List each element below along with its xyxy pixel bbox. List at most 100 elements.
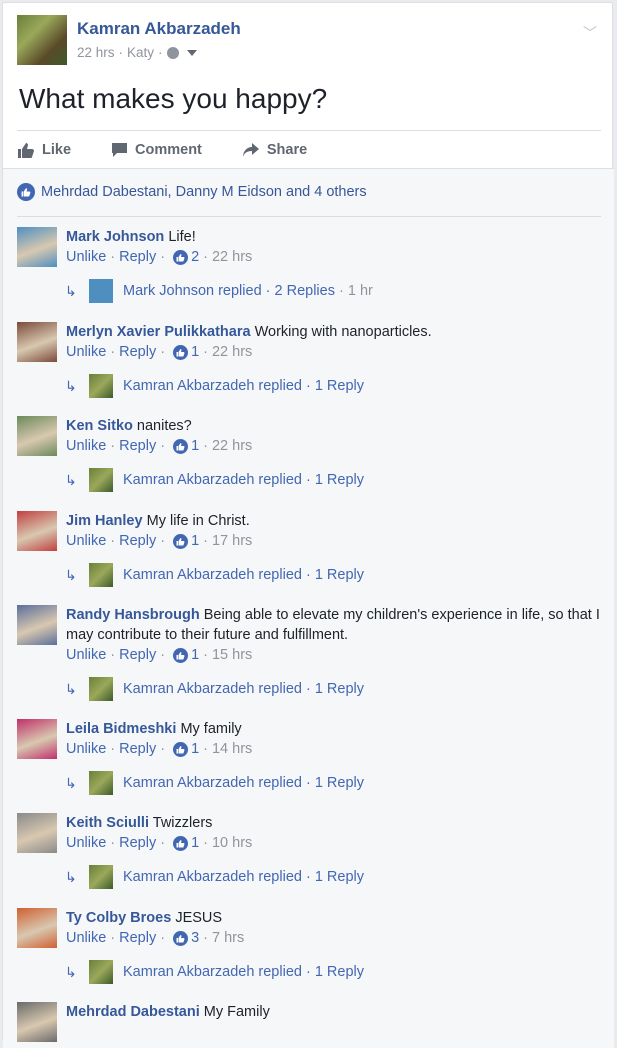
unlike-link[interactable]: Unlike <box>66 438 106 454</box>
comment-body: Randy Hansbrough Being able to elevate m… <box>66 605 606 645</box>
globe-icon <box>166 46 179 59</box>
commenter-avatar[interactable] <box>17 605 57 645</box>
like-count[interactable]: 1 <box>191 835 199 851</box>
comment-text: JESUS <box>175 910 223 926</box>
comment-body: Mark Johnson Life! <box>66 227 606 247</box>
commenter-avatar[interactable] <box>17 227 57 267</box>
replies-link[interactable]: ↳ Mark Johnson replied · 2 Replies · 1 hr <box>65 279 373 303</box>
commenter-avatar[interactable] <box>17 511 57 551</box>
replies-link[interactable]: ↳ Kamran Akbarzadeh replied · 1 Reply <box>65 468 364 492</box>
commenter-avatar[interactable] <box>17 322 57 362</box>
commenter-avatar[interactable] <box>17 1002 57 1042</box>
commenter-name[interactable]: Jim Hanley <box>66 513 143 529</box>
author-avatar[interactable] <box>17 15 67 65</box>
share-label: Share <box>266 141 308 158</box>
like-count-icon <box>173 647 189 663</box>
comment-text: Twizzlers <box>152 815 213 831</box>
reply-link[interactable]: Reply <box>119 344 156 360</box>
replies-link[interactable]: ↳ Kamran Akbarzadeh replied · 1 Reply <box>65 563 364 587</box>
comment-text: Life! <box>168 229 196 245</box>
post-time[interactable]: 22 hrs <box>77 45 115 60</box>
comments-section: Mehrdad Dabestani, Danny M Eidson and 4 … <box>3 168 614 1048</box>
comment-actions: Unlike · Reply · 1 · 17 hrs <box>66 533 253 549</box>
reply-arrow-icon: ↳ <box>65 282 77 299</box>
like-count[interactable]: 1 <box>191 533 199 549</box>
like-count-icon <box>173 741 189 757</box>
commenter-name[interactable]: Ty Colby Broes <box>66 910 171 926</box>
commenter-name[interactable]: Merlyn Xavier Pulikkathara <box>66 324 251 340</box>
replies-link[interactable]: ↳ Kamran Akbarzadeh replied · 1 Reply <box>65 374 364 398</box>
reply-avatar <box>89 563 113 587</box>
replies-link[interactable]: ↳ Kamran Akbarzadeh replied · 1 Reply <box>65 960 364 984</box>
unlike-link[interactable]: Unlike <box>66 344 106 360</box>
like-count-icon <box>173 249 189 265</box>
commenter-avatar[interactable] <box>17 908 57 948</box>
comment-body: Ken Sitko nanites? <box>66 416 606 436</box>
commenter-name[interactable]: Mehrdad Dabestani <box>66 1004 200 1020</box>
comment-text: My family <box>180 721 242 737</box>
comment-body: Leila Bidmeshki My family <box>66 719 606 739</box>
comment-time[interactable]: 17 hrs <box>212 533 252 549</box>
unlike-link[interactable]: Unlike <box>66 930 106 946</box>
unlike-link[interactable]: Unlike <box>66 533 106 549</box>
reply-avatar <box>89 468 113 492</box>
reply-link[interactable]: Reply <box>119 533 156 549</box>
share-button[interactable]: Share <box>242 142 307 158</box>
like-count[interactable]: 1 <box>191 344 199 360</box>
chevron-down-icon[interactable]: ﹀ <box>583 23 597 43</box>
like-count[interactable]: 2 <box>191 249 199 265</box>
comment-time[interactable]: 22 hrs <box>212 438 252 454</box>
commenter-name[interactable]: Leila Bidmeshki <box>66 721 176 737</box>
comment-time[interactable]: 14 hrs <box>212 741 252 757</box>
comment-actions: Unlike · Reply · 1 · 22 hrs <box>66 438 253 454</box>
likes-summary[interactable]: Mehrdad Dabestani, Danny M Eidson and 4 … <box>17 183 367 201</box>
replies-text: Kamran Akbarzadeh replied · 1 Reply <box>123 378 364 394</box>
comment-time[interactable]: 15 hrs <box>212 647 252 663</box>
commenter-name[interactable]: Keith Sciulli <box>66 815 149 831</box>
comment-body: Jim Hanley My life in Christ. <box>66 511 606 531</box>
like-count[interactable]: 3 <box>191 930 199 946</box>
comment-time[interactable]: 7 hrs <box>212 930 244 946</box>
like-count[interactable]: 1 <box>191 438 199 454</box>
reply-avatar <box>89 865 113 889</box>
post-location[interactable]: Katy <box>127 45 154 60</box>
comment-text: nanites? <box>136 418 192 434</box>
thumbs-up-icon <box>18 142 34 158</box>
commenter-avatar[interactable] <box>17 416 57 456</box>
comment-time[interactable]: 10 hrs <box>212 835 252 851</box>
replies-text: Kamran Akbarzadeh replied · 1 Reply <box>123 472 364 488</box>
comment-actions: Unlike · Reply · 1 · 15 hrs <box>66 647 253 663</box>
replies-link[interactable]: ↳ Kamran Akbarzadeh replied · 1 Reply <box>65 677 364 701</box>
reply-link[interactable]: Reply <box>119 741 156 757</box>
like-count[interactable]: 1 <box>191 741 199 757</box>
commenter-name[interactable]: Mark Johnson <box>66 229 164 245</box>
replies-link[interactable]: ↳ Kamran Akbarzadeh replied · 1 Reply <box>65 865 364 889</box>
commenter-name[interactable]: Randy Hansbrough <box>66 607 200 623</box>
reply-link[interactable]: Reply <box>119 647 156 663</box>
like-count[interactable]: 1 <box>191 647 199 663</box>
like-button[interactable]: Like <box>17 142 71 158</box>
reply-link[interactable]: Reply <box>119 930 156 946</box>
commenter-name[interactable]: Ken Sitko <box>66 418 133 434</box>
replies-text: Kamran Akbarzadeh replied · 1 Reply <box>123 964 364 980</box>
replies-link[interactable]: ↳ Kamran Akbarzadeh replied · 1 Reply <box>65 771 364 795</box>
comment-body: Ty Colby Broes JESUS <box>66 908 606 928</box>
reply-link[interactable]: Reply <box>119 438 156 454</box>
unlike-link[interactable]: Unlike <box>66 741 106 757</box>
replies-time: 1 hr <box>347 283 373 299</box>
reply-arrow-icon: ↳ <box>65 774 77 791</box>
author-name[interactable]: Kamran Akbarzadeh <box>77 19 241 39</box>
commenter-avatar[interactable] <box>17 719 57 759</box>
post-actions: Like Comment Share <box>17 130 601 168</box>
unlike-link[interactable]: Unlike <box>66 835 106 851</box>
commenter-avatar[interactable] <box>17 813 57 853</box>
comment-text: My Family <box>203 1004 270 1020</box>
comment-time[interactable]: 22 hrs <box>212 344 252 360</box>
unlike-link[interactable]: Unlike <box>66 647 106 663</box>
reply-link[interactable]: Reply <box>119 249 156 265</box>
reply-link[interactable]: Reply <box>119 835 156 851</box>
comment-time[interactable]: 22 hrs <box>212 249 252 265</box>
privacy-dropdown-icon[interactable] <box>186 49 197 56</box>
unlike-link[interactable]: Unlike <box>66 249 106 265</box>
comment-button[interactable]: Comment <box>111 142 202 158</box>
